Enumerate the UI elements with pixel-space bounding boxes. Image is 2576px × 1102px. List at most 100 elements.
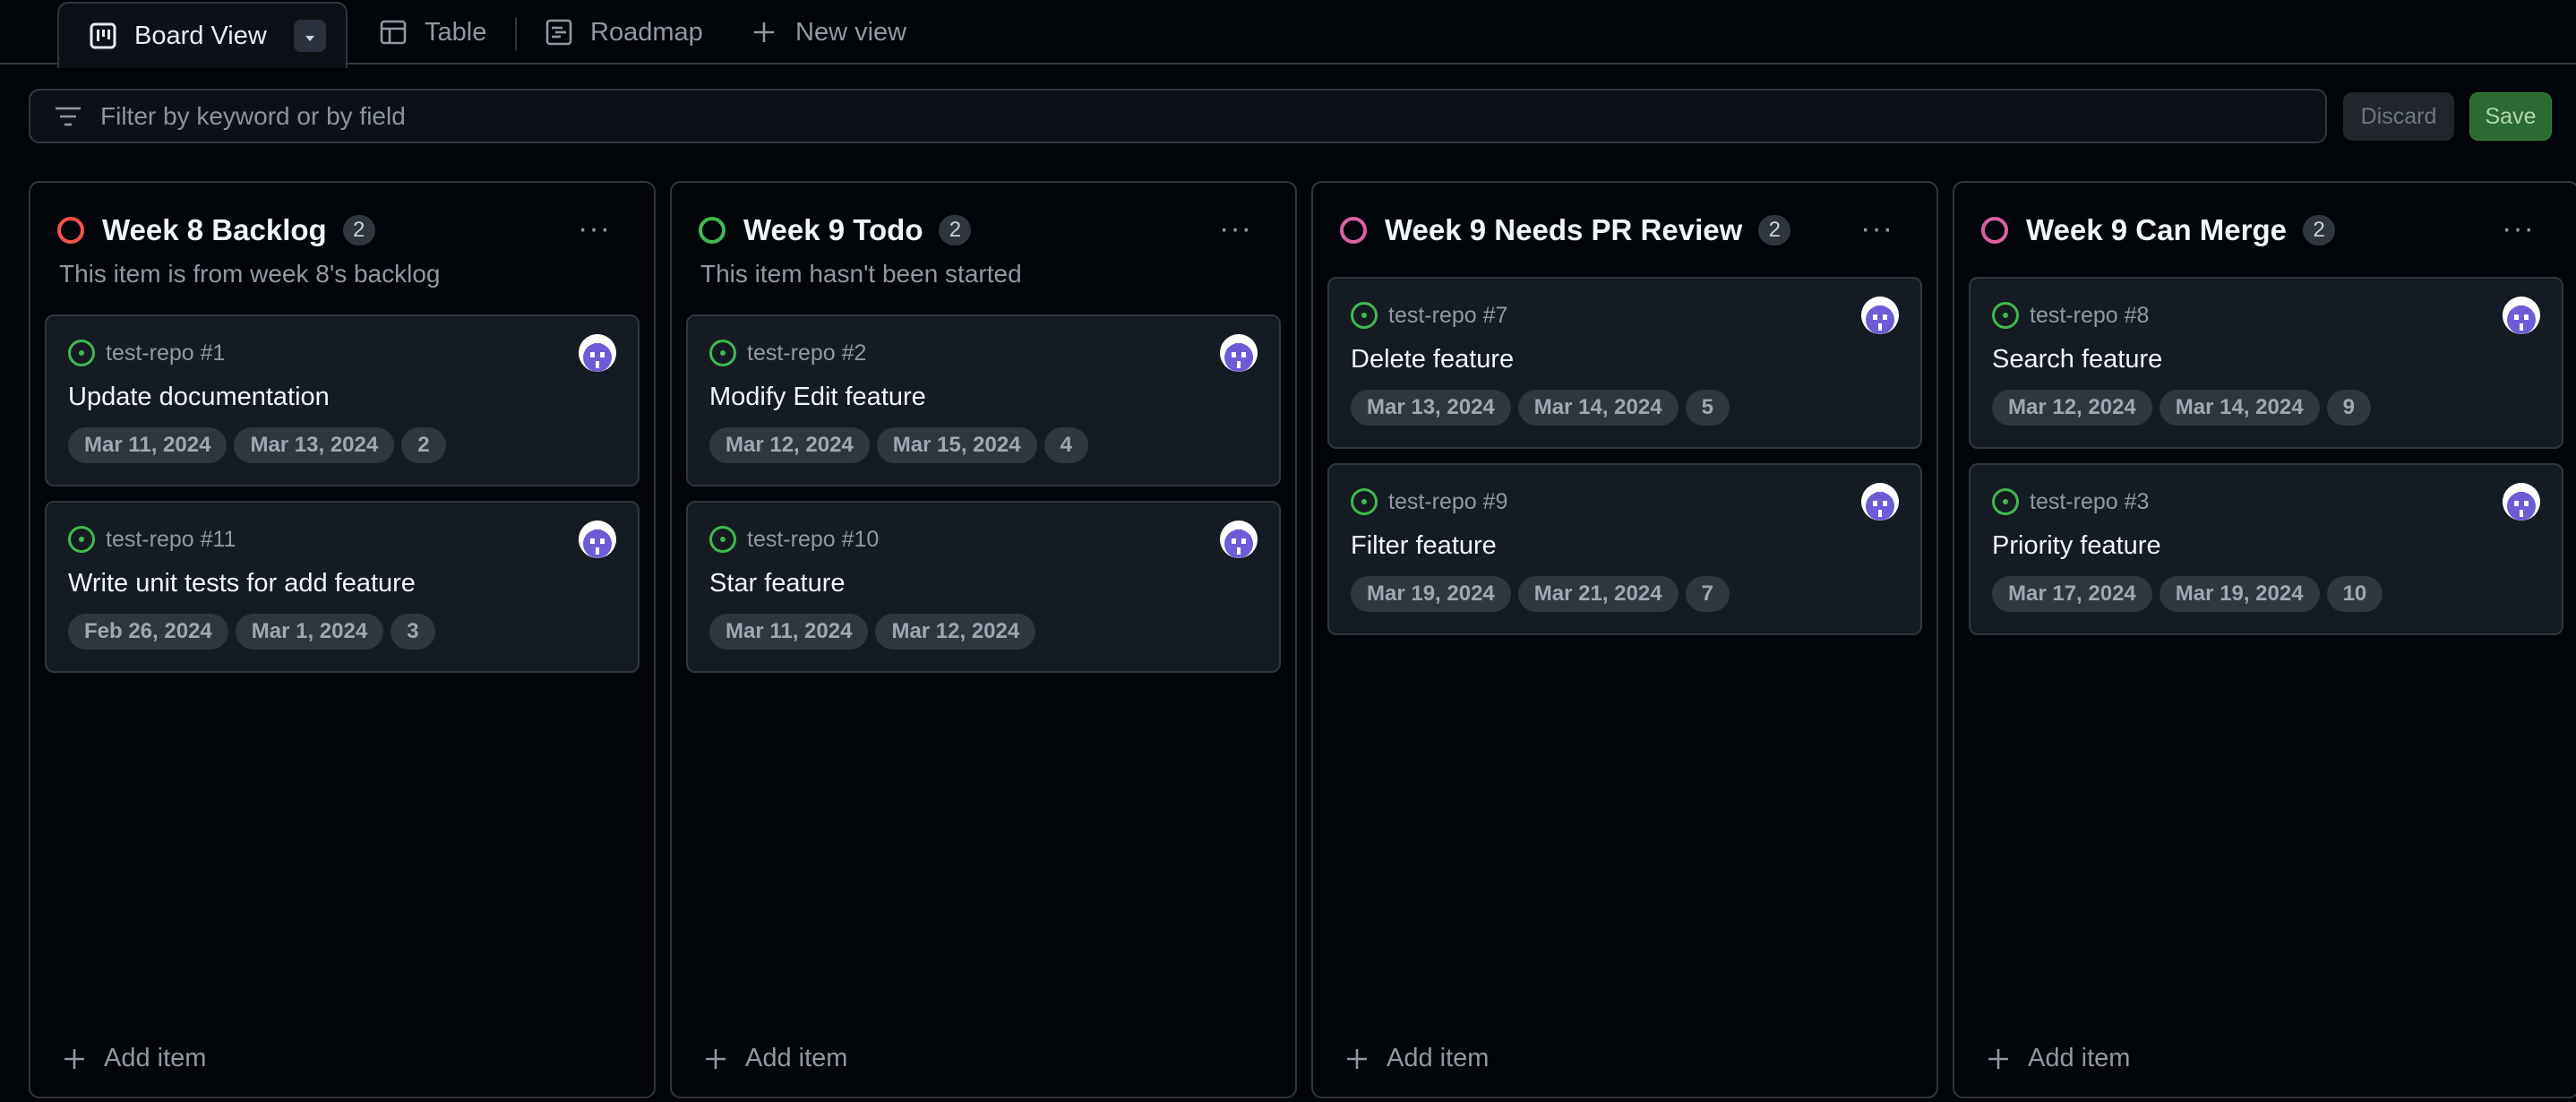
add-item-button[interactable]: Add item (704, 1044, 847, 1073)
card-tags: Mar 19, 2024 Mar 21, 2024 7 (1351, 576, 1737, 612)
view-tabs: Board View Table Roadmap New view (0, 0, 2576, 68)
open-issue-icon (68, 526, 95, 553)
filter-input[interactable]: Filter by keyword or by field (29, 89, 2327, 143)
end-date-tag: Mar 21, 2024 (1517, 576, 1679, 612)
board-column: Week 8 Backlog 2 ··· This item is from w… (29, 181, 656, 1098)
tab-divider (515, 18, 517, 50)
board-column: Week 9 Todo 2 ··· This item hasn't been … (670, 181, 1297, 1098)
column-menu-icon[interactable]: ··· (1219, 211, 1252, 246)
new-view-button[interactable]: New view (749, 0, 906, 65)
estimate-tag: 5 (1685, 390, 1730, 426)
status-circle-icon (699, 217, 726, 244)
card-tags: Mar 13, 2024 Mar 14, 2024 5 (1351, 390, 1737, 426)
card-ref[interactable]: test-repo #9 (1388, 489, 1507, 515)
start-date-tag: Mar 11, 2024 (709, 614, 869, 650)
item-card[interactable]: test-repo #11 Write unit tests for add f… (45, 501, 640, 673)
card-ref[interactable]: test-repo #10 (747, 527, 879, 553)
start-date-tag: Mar 17, 2024 (1992, 576, 2152, 612)
column-menu-icon[interactable]: ··· (578, 211, 611, 246)
end-date-tag: Mar 1, 2024 (235, 614, 384, 650)
item-card[interactable]: test-repo #7 Delete feature Mar 13, 2024… (1327, 277, 1922, 449)
card-ref[interactable]: test-repo #2 (747, 340, 866, 366)
new-view-label: New view (795, 17, 907, 47)
column-count: 2 (939, 215, 972, 245)
card-ref-row: test-repo #3 (1992, 488, 2149, 515)
column-header: Week 9 Todo 2 ··· (699, 208, 1277, 253)
avatar[interactable] (2503, 297, 2540, 334)
roadmap-icon (544, 17, 574, 47)
start-date-tag: Feb 26, 2024 (68, 614, 228, 650)
column-description: This item is from week 8's backlog (59, 260, 441, 288)
open-issue-icon (68, 340, 95, 366)
card-title[interactable]: Write unit tests for add feature (68, 569, 416, 598)
column-count: 2 (342, 215, 375, 245)
status-circle-icon (57, 217, 84, 244)
card-ref-row: test-repo #8 (1992, 302, 2149, 329)
card-title[interactable]: Modify Edit feature (709, 383, 926, 412)
tab-roadmap[interactable]: Roadmap (544, 0, 703, 65)
tab-table[interactable]: Table (378, 0, 486, 65)
estimate-tag: 9 (2326, 390, 2371, 426)
card-title[interactable]: Star feature (709, 569, 846, 598)
add-item-label: Add item (2028, 1044, 2131, 1072)
card-ref[interactable]: test-repo #8 (2030, 303, 2149, 329)
tab-roadmap-label: Roadmap (590, 17, 703, 47)
card-ref[interactable]: test-repo #1 (106, 340, 225, 366)
card-ref[interactable]: test-repo #3 (2030, 489, 2149, 515)
avatar[interactable] (1861, 297, 1899, 334)
avatar[interactable] (579, 521, 616, 558)
chevron-down-icon (303, 22, 317, 51)
save-button[interactable]: Save (2469, 92, 2552, 141)
open-issue-icon (1351, 302, 1378, 329)
item-card[interactable]: test-repo #9 Filter feature Mar 19, 2024… (1327, 463, 1922, 635)
column-title: Week 9 Needs PR Review (1385, 213, 1743, 246)
item-card[interactable]: test-repo #8 Search feature Mar 12, 2024… (1969, 277, 2563, 449)
tab-table-label: Table (425, 17, 487, 47)
column-title: Week 9 Todo (743, 213, 923, 246)
avatar[interactable] (1220, 521, 1258, 558)
column-menu-icon[interactable]: ··· (2502, 211, 2535, 246)
estimate-tag: 3 (391, 614, 435, 650)
column-header: Week 9 Needs PR Review 2 ··· (1340, 208, 1919, 253)
end-date-tag: Mar 19, 2024 (2159, 576, 2320, 612)
item-card[interactable]: test-repo #2 Modify Edit feature Mar 12,… (686, 314, 1281, 486)
estimate-tag: 4 (1043, 427, 1088, 463)
add-item-button[interactable]: Add item (1987, 1044, 2130, 1073)
card-tags: Mar 12, 2024 Mar 15, 2024 4 (709, 427, 1095, 463)
end-date-tag: Mar 12, 2024 (875, 614, 1036, 650)
avatar[interactable] (1861, 483, 1899, 521)
open-issue-icon (709, 340, 736, 366)
card-title[interactable]: Update documentation (68, 383, 330, 412)
item-card[interactable]: test-repo #1 Update documentation Mar 11… (45, 314, 640, 486)
add-item-button[interactable]: Add item (63, 1044, 206, 1073)
avatar[interactable] (2503, 483, 2540, 521)
card-title[interactable]: Filter feature (1351, 531, 1497, 561)
card-title[interactable]: Search feature (1992, 345, 2162, 375)
card-ref[interactable]: test-repo #11 (106, 527, 236, 553)
column-count: 2 (1758, 215, 1791, 245)
start-date-tag: Mar 12, 2024 (1992, 390, 2152, 426)
avatar[interactable] (1220, 334, 1258, 372)
status-circle-icon (1981, 217, 2008, 244)
card-tags: Mar 17, 2024 Mar 19, 2024 10 (1992, 576, 2390, 612)
end-date-tag: Mar 13, 2024 (234, 427, 395, 463)
column-menu-icon[interactable]: ··· (1860, 211, 1893, 246)
plus-icon (1987, 1047, 2014, 1071)
card-ref[interactable]: test-repo #7 (1388, 303, 1507, 329)
add-item-label: Add item (1387, 1044, 1490, 1072)
card-tags: Mar 11, 2024 Mar 12, 2024 (709, 614, 1043, 650)
add-item-label: Add item (745, 1044, 848, 1072)
discard-button[interactable]: Discard (2343, 92, 2454, 141)
start-date-tag: Mar 19, 2024 (1351, 576, 1511, 612)
view-options-button[interactable] (293, 20, 326, 52)
filter-icon (54, 101, 84, 132)
item-card[interactable]: test-repo #10 Star feature Mar 11, 2024 … (686, 501, 1281, 673)
card-title[interactable]: Priority feature (1992, 531, 2161, 561)
tab-board-view[interactable]: Board View (57, 2, 348, 68)
plus-icon (1345, 1047, 1372, 1071)
avatar[interactable] (579, 334, 616, 372)
item-card[interactable]: test-repo #3 Priority feature Mar 17, 20… (1969, 463, 2563, 635)
add-item-button[interactable]: Add item (1345, 1044, 1489, 1073)
card-tags: Mar 12, 2024 Mar 14, 2024 9 (1992, 390, 2378, 426)
card-title[interactable]: Delete feature (1351, 345, 1514, 375)
